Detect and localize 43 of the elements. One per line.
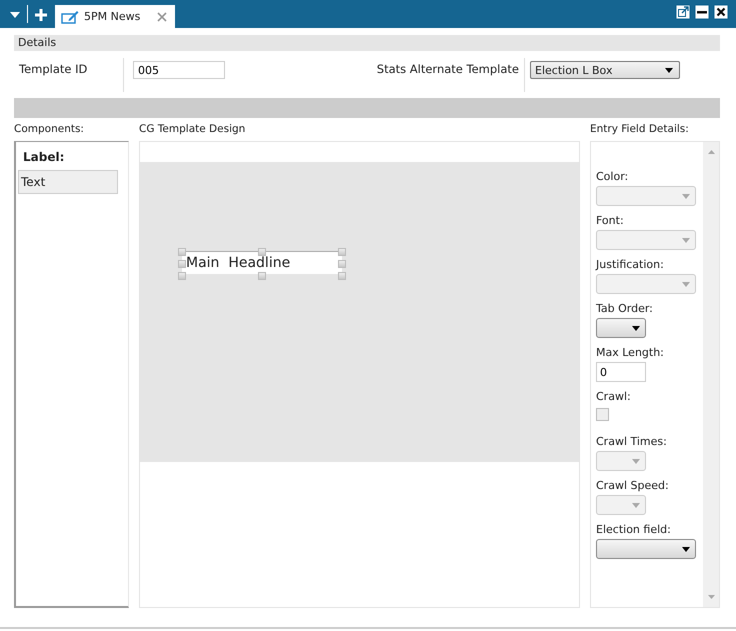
dropdown[interactable]: Election L Box bbox=[530, 61, 680, 79]
scrollbar[interactable] bbox=[703, 142, 719, 607]
tab[interactable]: 5PM News bbox=[55, 5, 176, 28]
caret-icon bbox=[665, 68, 673, 72]
text-element[interactable]: Main Headline bbox=[182, 252, 342, 274]
panel-title: Entry Field Details: bbox=[590, 123, 690, 137]
text-field[interactable]: 0 bbox=[596, 362, 646, 382]
field-label: Max Length: bbox=[596, 346, 664, 361]
close-icon[interactable] bbox=[714, 5, 728, 19]
add-icon[interactable] bbox=[34, 8, 48, 22]
field-label: Font: bbox=[596, 214, 624, 229]
text-field[interactable]: 005 bbox=[133, 61, 225, 79]
popout-icon[interactable] bbox=[676, 5, 690, 19]
field-label: Template ID bbox=[19, 62, 88, 76]
list-header: Label: bbox=[22, 150, 66, 166]
caret-icon bbox=[632, 458, 640, 464]
scroll-down-icon[interactable] bbox=[708, 595, 714, 599]
resize-handle[interactable] bbox=[258, 272, 266, 280]
caret-icon bbox=[632, 502, 640, 508]
list-item[interactable]: Text bbox=[18, 170, 118, 194]
field-label: Justification: bbox=[596, 258, 664, 273]
caret-icon bbox=[632, 326, 640, 330]
minimize-icon[interactable] bbox=[695, 5, 709, 19]
dropdown[interactable] bbox=[596, 318, 646, 338]
field-label: Crawl Times: bbox=[596, 435, 667, 450]
tab-label: 5PM News bbox=[84, 10, 140, 23]
field-label: Crawl: bbox=[596, 390, 631, 405]
section-title: Details bbox=[18, 36, 56, 49]
field-label: Stats Alternate Template bbox=[376, 62, 519, 76]
dropdown[interactable] bbox=[596, 539, 696, 559]
caret-icon bbox=[682, 194, 690, 198]
field-label: Color: bbox=[596, 170, 628, 185]
caret-icon bbox=[682, 282, 690, 286]
resize-handle[interactable] bbox=[258, 248, 266, 256]
edit-icon bbox=[61, 10, 79, 24]
caret-icon bbox=[682, 546, 690, 552]
panel-title: Components: bbox=[14, 123, 85, 137]
scroll-up-icon[interactable] bbox=[708, 150, 714, 154]
panel-title: CG Template Design bbox=[139, 123, 246, 137]
caret-icon bbox=[682, 238, 690, 242]
field-label: Tab Order: bbox=[596, 302, 653, 317]
field-label: Crawl Speed: bbox=[596, 479, 669, 494]
field-label: Election field: bbox=[596, 523, 671, 538]
